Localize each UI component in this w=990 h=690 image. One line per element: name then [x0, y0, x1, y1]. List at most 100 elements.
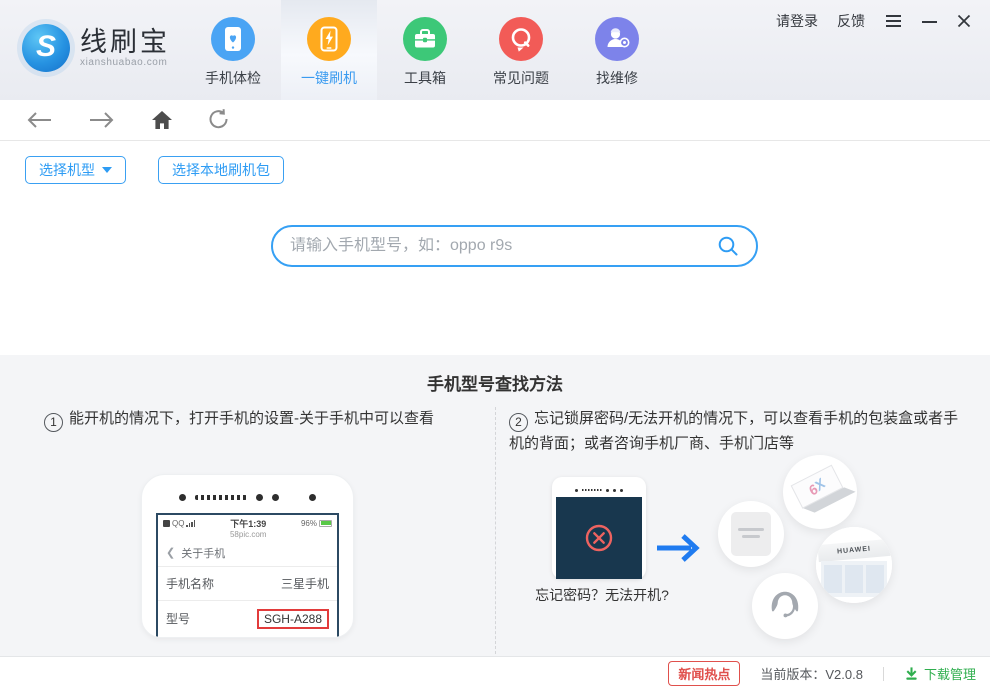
select-model-button[interactable]: 选择机型	[25, 156, 126, 184]
model-value-highlight: SGH-A288	[256, 608, 329, 629]
customer-service-circle	[752, 573, 818, 640]
forward-arrow-icon	[90, 112, 114, 128]
logo-letter: S	[35, 30, 56, 63]
right-arrow-icon	[657, 534, 700, 562]
minimize-icon[interactable]	[922, 21, 937, 23]
download-manager-button[interactable]: 下载管理	[904, 664, 976, 683]
window-actions: 请登录 反馈	[776, 11, 972, 31]
browser-toolbar	[0, 100, 990, 141]
footer-divider	[882, 666, 884, 681]
download-icon	[906, 667, 917, 680]
model-row: 型号 SGH-A288	[158, 601, 337, 637]
store-sign: HUAWEI	[817, 538, 891, 563]
guide-step2-text: 2 忘记锁屏密码/无法开机的情况下，可以查看手机的包装盒或者手机的背面；或者咨询手…	[509, 410, 959, 452]
home-icon	[152, 111, 172, 129]
download-manager-label: 下载管理	[923, 667, 976, 682]
nav-item-toolbox[interactable]: 工具箱	[377, 0, 473, 100]
customer-service-icon	[771, 591, 799, 618]
status-bar: QQ 下午1:39 58pic.com 96%	[158, 515, 337, 540]
version-label: 当前版本：V2.0.8	[760, 667, 863, 682]
status-site: 58pic.com	[229, 529, 267, 539]
about-phone-label: 关于手机	[181, 547, 226, 560]
error-x-icon	[585, 524, 613, 552]
row-value: 三星手机	[280, 576, 329, 591]
locked-phone-caption: 忘记密码？无法开机?	[535, 587, 669, 604]
chevron-down-icon	[102, 167, 112, 173]
main-nav: 手机体检 一键刷机 工具箱 常见问题 找维修	[185, 0, 665, 100]
nav-label: 工具箱	[404, 70, 446, 86]
about-phone-row: ❮ 关于手机	[158, 540, 337, 567]
nav-label: 手机体检	[205, 70, 261, 86]
row-label: 型号	[166, 612, 191, 627]
model-sticker	[731, 512, 771, 557]
phone-settings-illustration: QQ 下午1:39 58pic.com 96% ❮ 关于手机 手机名称 三星手机…	[141, 473, 354, 638]
back-arrow-icon	[27, 112, 51, 128]
back-button[interactable]	[24, 110, 54, 130]
search-box	[271, 225, 758, 267]
menu-icon[interactable]	[884, 13, 903, 29]
step2-number-badge: 2	[509, 412, 528, 432]
guide-step2-column: 2 忘记锁屏密码/无法开机的情况下，可以查看手机的包装盒或者手机的背面；或者咨询手…	[495, 407, 990, 659]
app-window: S 线刷宝 xianshuabao.com 手机体检 一键刷机 工具箱 常见问题…	[0, 0, 990, 690]
store-windows	[821, 561, 887, 598]
login-link[interactable]: 请登录	[776, 11, 818, 31]
box-model-label: 6X	[805, 474, 829, 498]
repair-icon	[595, 17, 639, 61]
nav-item-repair[interactable]: 找维修	[569, 0, 665, 100]
battery-percent: 96%	[300, 518, 317, 528]
select-local-package-button[interactable]: 选择本地刷机包	[158, 156, 284, 184]
nav-label: 一键刷机	[301, 70, 357, 86]
status-time: 下午1:39	[230, 518, 267, 529]
phone-sensors	[552, 486, 646, 494]
guide-step1-text: 1 能开机的情况下，打开手机的设置-关于手机中可以查看	[0, 407, 495, 432]
toolbox-icon	[403, 17, 447, 61]
signal-icon	[186, 520, 196, 527]
error-screen	[556, 497, 642, 580]
forward-button[interactable]	[87, 110, 117, 130]
phone-sensors	[156, 489, 339, 507]
select-local-package-label: 选择本地刷机包	[172, 162, 270, 178]
refresh-button[interactable]	[207, 108, 231, 132]
nav-label: 找维修	[596, 70, 638, 86]
locked-phone-illustration: 忘记密码？无法开机? 6X HUAWEI	[496, 455, 990, 661]
chevron-left-icon: ❮	[166, 547, 176, 560]
nav-item-faq[interactable]: 常见问题	[473, 0, 569, 100]
header-bar: S 线刷宝 xianshuabao.com 手机体检 一键刷机 工具箱 常见问题…	[0, 0, 990, 100]
actions-row: 选择机型 选择本地刷机包	[25, 156, 284, 184]
row-label: 手机名称	[166, 576, 215, 591]
phone-back-label-circle	[718, 501, 784, 568]
locked-phone	[552, 477, 646, 580]
phone-screen: QQ 下午1:39 58pic.com 96% ❮ 关于手机 手机名称 三星手机…	[156, 512, 339, 637]
battery-icon	[319, 519, 332, 527]
feedback-link[interactable]: 反馈	[837, 11, 865, 31]
home-button[interactable]	[150, 109, 174, 131]
footer-bar: 新闻热点 当前版本：V2.0.8 下载管理	[0, 656, 990, 690]
select-model-label: 选择机型	[39, 162, 95, 178]
one-key-flash-icon	[307, 17, 351, 61]
phone-name-row: 手机名称 三星手机	[158, 567, 337, 601]
news-hotspot-button[interactable]: 新闻热点	[668, 661, 741, 686]
carrier-icon	[163, 519, 170, 527]
app-title: 线刷宝	[80, 26, 170, 57]
faq-icon	[499, 17, 543, 61]
phone-store-circle: HUAWEI	[816, 527, 892, 604]
refresh-icon	[209, 109, 228, 129]
logo-icon: S	[22, 24, 70, 72]
step1-number-badge: 1	[44, 412, 63, 432]
app-subtitle: xianshuabao.com	[80, 57, 168, 69]
app-logo: S 线刷宝 xianshuabao.com	[22, 24, 170, 72]
guide-step1-column: 1 能开机的情况下，打开手机的设置-关于手机中可以查看 QQ 下午1:39 58…	[0, 407, 495, 659]
phone-checkup-icon	[211, 17, 255, 61]
storefront: HUAWEI	[816, 527, 892, 604]
search-input[interactable]	[290, 237, 717, 255]
close-icon[interactable]	[956, 13, 972, 29]
phone-box: 6X	[790, 464, 856, 516]
guide-title: 手机型号查找方法	[427, 375, 563, 394]
nav-item-phone-checkup[interactable]: 手机体检	[185, 0, 281, 100]
nav-item-one-key-flash[interactable]: 一键刷机	[281, 0, 377, 100]
package-box-circle: 6X	[783, 455, 857, 530]
nav-label: 常见问题	[493, 70, 549, 86]
search-icon[interactable]	[717, 235, 739, 257]
model-guide-panel: 手机型号查找方法 1 能开机的情况下，打开手机的设置-关于手机中可以查看 QQ …	[0, 355, 990, 659]
carrier-label: QQ	[172, 518, 185, 528]
